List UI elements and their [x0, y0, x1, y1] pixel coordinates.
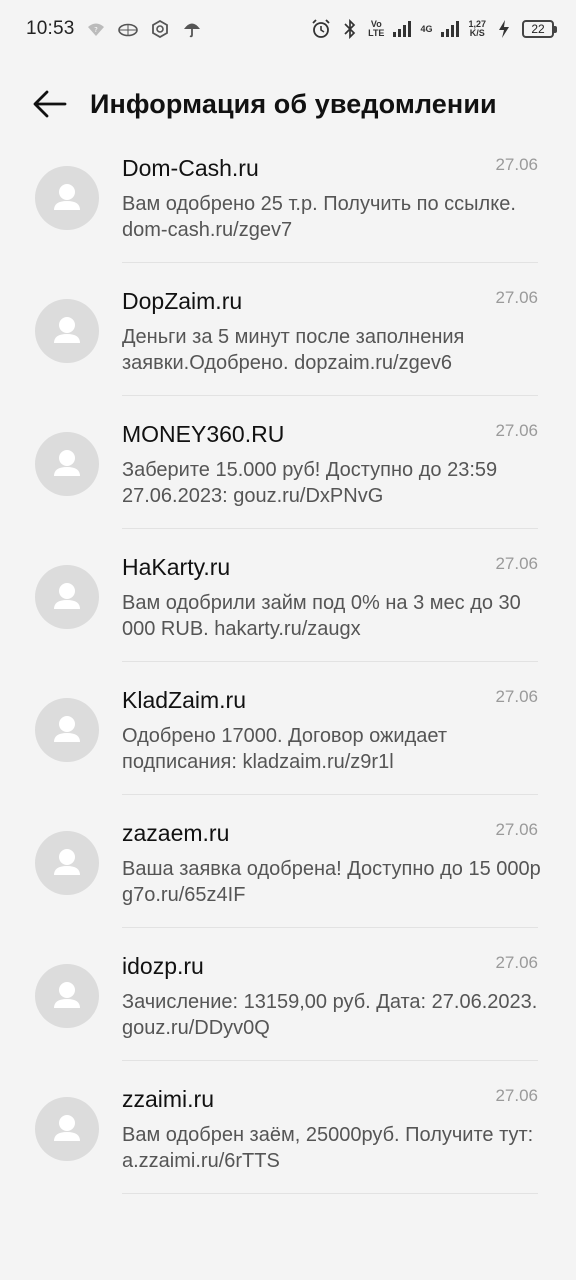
avatar [35, 1097, 99, 1161]
person-icon [54, 583, 80, 609]
notification-date: 27.06 [495, 155, 538, 174]
back-button[interactable] [26, 80, 74, 128]
notification-item[interactable]: HaKarty.ru 27.06 Вам одобрили займ под 0% … [0, 529, 576, 662]
notification-message: Ваша заявка одобрена! Доступно до 15 000… [122, 858, 541, 906]
signal-icon [391, 18, 413, 40]
notification-item[interactable]: KladZaim.ru 27.06 Одобрено 17000. Договор … [0, 662, 576, 795]
game-controller-icon [117, 18, 139, 40]
notification-date: 27.06 [495, 1086, 538, 1105]
notification-message: Деньги за 5 минут после заполнения заявк… [122, 326, 465, 374]
avatar [35, 698, 99, 762]
arrow-left-icon [33, 90, 67, 118]
notification-date: 27.06 [495, 953, 538, 972]
signal-icon-2 [439, 18, 461, 40]
person-icon [54, 184, 80, 210]
person-icon [54, 450, 80, 476]
network-speed: 1,27 K/S [468, 19, 486, 38]
notification-item[interactable]: MONEY360.RU 27.06 Заберите 15.000 руб! Дос… [0, 396, 576, 529]
page-title: Информация об уведомлении [90, 88, 497, 119]
avatar [35, 299, 99, 363]
sender-name: Dom-Cash.ru [122, 155, 259, 181]
notification-item[interactable]: Dom-Cash.ru 27.06 Вам одобрено 25 т.р. Пол… [0, 130, 576, 263]
person-icon [54, 716, 80, 742]
avatar [35, 964, 99, 1028]
notification-message: Вам одобрено 25 т.р. Получить по ссылке.… [122, 193, 516, 241]
notification-date: 27.06 [495, 820, 538, 839]
notification-message: Вам одобрили займ под 0% на 3 мес до 30 … [122, 592, 521, 640]
notification-item[interactable]: DopZaim.ru 27.06 Деньги за 5 минут после з… [0, 263, 576, 396]
notification-list: Dom-Cash.ru 27.06 Вам одобрено 25 т.р. Пол… [0, 130, 576, 1194]
sender-name: HaKarty.ru [122, 554, 231, 580]
alarm-icon [310, 18, 332, 40]
person-icon [54, 1115, 80, 1141]
notification-date: 27.06 [495, 288, 538, 307]
avatar [35, 432, 99, 496]
wifi-hotspot-icon: ? [85, 18, 107, 40]
notification-date: 27.06 [495, 421, 538, 440]
charging-icon [493, 18, 515, 40]
sender-name: zzaimi.ru [122, 1086, 215, 1112]
svg-text:?: ? [94, 26, 98, 34]
notification-message: Вам одобрен заём, 25000руб. Получите тут… [122, 1124, 534, 1172]
header: Информация об уведомлении [0, 72, 576, 136]
notification-date: 27.06 [495, 687, 538, 706]
avatar [35, 831, 99, 895]
sender-name: DopZaim.ru [122, 288, 243, 314]
divider [122, 1193, 538, 1194]
notification-item[interactable]: zazaem.ru 27.06 Ваша заявка одобрена! Дост… [0, 795, 576, 928]
notification-date: 27.06 [495, 554, 538, 573]
umbrella-icon [181, 18, 203, 40]
person-icon [54, 849, 80, 875]
sender-name: zazaem.ru [122, 820, 230, 846]
person-icon [54, 982, 80, 1008]
battery-indicator: 22 [522, 20, 557, 38]
person-icon [54, 317, 80, 343]
status-bar: 10:53 ? Vo LTE 4G 1,27 K/S 22 [0, 0, 576, 58]
sender-name: MONEY360.RU [122, 421, 285, 447]
bluetooth-icon [339, 18, 361, 40]
status-time: 10:53 [26, 18, 75, 39]
sender-name: KladZaim.ru [122, 687, 246, 713]
volte-indicator: Vo LTE [368, 19, 385, 38]
network-4g-indicator: 4G [420, 23, 433, 34]
notification-item[interactable]: zzaimi.ru 27.06 Вам одобрен заём, 25000руб… [0, 1061, 576, 1194]
avatar [35, 166, 99, 230]
vpn-hex-icon [149, 18, 171, 40]
notification-message: Заберите 15.000 руб! Доступно до 23:59 2… [122, 459, 498, 507]
sender-name: idozp.ru [122, 953, 204, 979]
notification-item[interactable]: idozp.ru 27.06 Зачисление: 13159,00 руб. Д… [0, 928, 576, 1061]
notification-message: Одобрено 17000. Договор ожидает подписан… [122, 725, 447, 773]
notification-message: Зачисление: 13159,00 руб. Дата: 27.06.20… [122, 991, 538, 1039]
avatar [35, 565, 99, 629]
